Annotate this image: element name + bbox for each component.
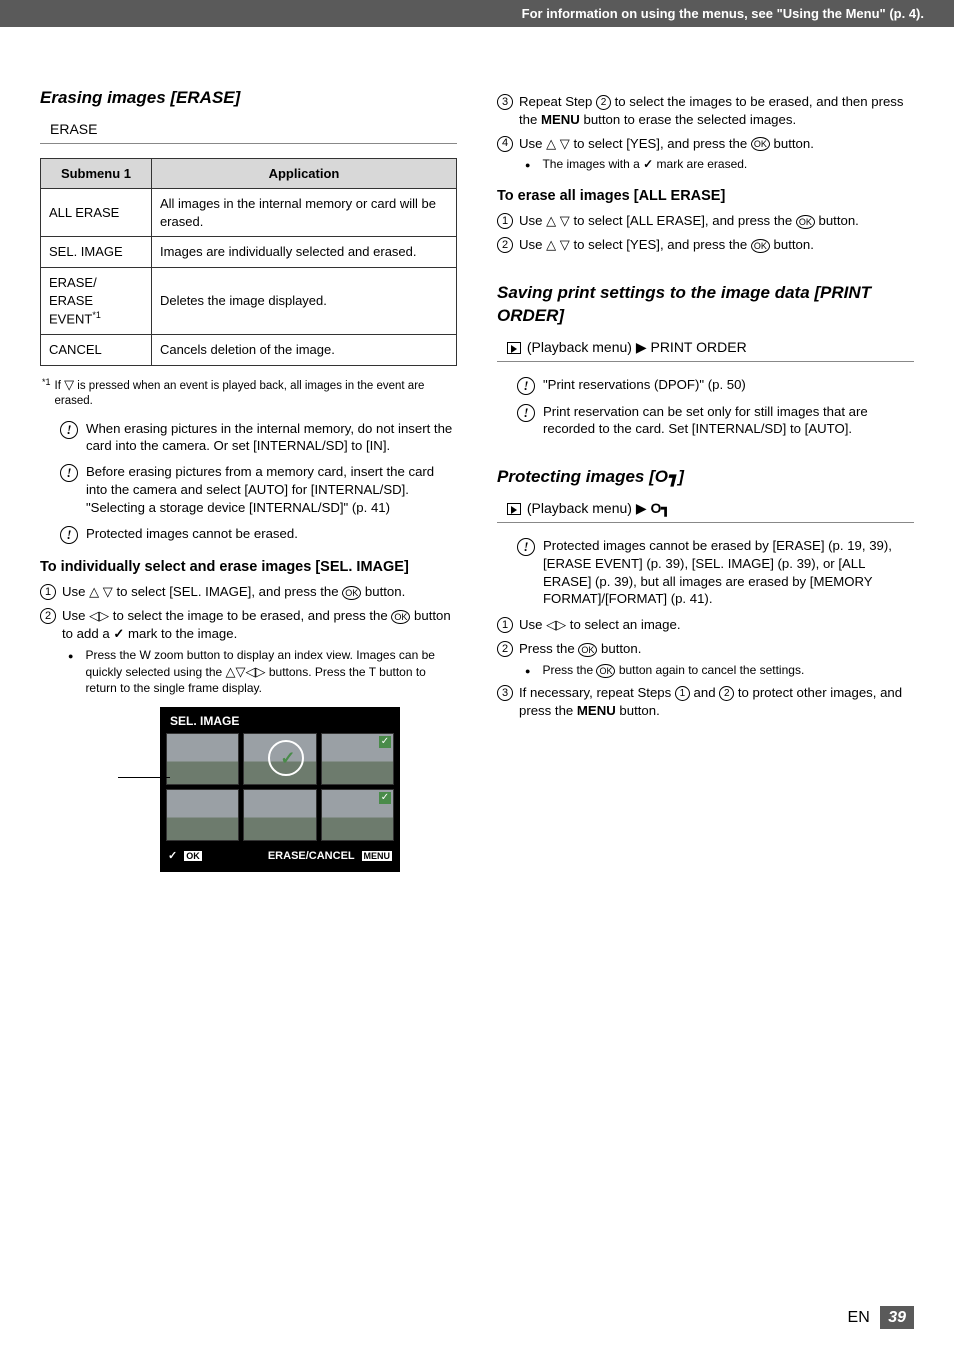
note-item: ! Protected images cannot be erased by [… [517, 537, 914, 608]
print-order-title: Saving print settings to the image data … [497, 282, 914, 328]
sub-bullet: Press the OK button again to cancel the … [525, 662, 914, 678]
footnote: *1 If is pressed when an event is played… [42, 376, 457, 410]
page-footer: EN 39 [848, 1309, 914, 1327]
caution-icon: ! [517, 404, 535, 422]
step-text: Use to select [SEL. IMAGE], and press th… [62, 583, 457, 601]
callout-line [118, 777, 170, 778]
step-4: 4 Use to select [YES], and press the OK … [497, 135, 914, 153]
protect-step-3: 3 If necessary, repeat Steps 1 and 2 to … [497, 684, 914, 720]
protect-icon: O┓ [650, 500, 669, 516]
playback-icon [507, 342, 521, 354]
step-1: 1 Use to select [SEL. IMAGE], and press … [40, 583, 457, 601]
sub-bullet: Press the W zoom button to display an in… [68, 647, 457, 697]
selection-ring-icon [268, 740, 304, 776]
all-erase-step-1: 1 Use to select [ALL ERASE], and press t… [497, 212, 914, 230]
bullet-text: Press the W zoom button to display an in… [85, 647, 457, 697]
thumbnail [243, 789, 316, 841]
table-row: CANCEL Cancels deletion of the image. [41, 334, 457, 365]
note-item: ! When erasing pictures in the internal … [60, 420, 457, 456]
thumbnail [166, 789, 239, 841]
print-order-path: (Playback menu) ▶ PRINT ORDER [497, 336, 914, 362]
step-number-icon: 3 [497, 685, 513, 701]
caution-icon: ! [60, 464, 78, 482]
step-text: Repeat Step 2 to select the images to be… [519, 93, 914, 129]
step-number-icon: 1 [497, 213, 513, 229]
note-item: ! "Print reservations (DPOF)" (p. 50) [517, 376, 914, 395]
all-erase-heading: To erase all images [ALL ERASE] [497, 187, 914, 207]
step-text: Use to select [YES], and press the OK bu… [519, 135, 914, 153]
protect-step-2: 2 Press the OK button. [497, 640, 914, 658]
step-text: Use to select the image to be erased, an… [62, 607, 457, 643]
protect-step-1: 1 Use to select an image. [497, 616, 914, 634]
bullet-text: The images with a mark are erased. [542, 156, 747, 172]
table-row: SEL. IMAGE Images are individually selec… [41, 237, 457, 268]
note-item: ! Print reservation can be set only for … [517, 403, 914, 439]
thumbnail: ✓ [321, 789, 394, 841]
lang-label: EN [848, 1309, 870, 1326]
bullet-text: Press the OK button again to cancel the … [542, 662, 804, 678]
lcd-preview: SEL. IMAGE ✓ ✓ ✓ OK ERASE/CANCEL MENU ma… [160, 707, 400, 872]
step-number-icon: 3 [497, 94, 513, 110]
step-text: Use to select an image. [519, 616, 914, 634]
all-erase-step-2: 2 Use to select [YES], and press the OK … [497, 236, 914, 254]
protect-path: (Playback menu) ▶ O┓ [497, 497, 914, 523]
check-icon: ✓ [379, 792, 391, 804]
step-text: Press the OK button. [519, 640, 914, 658]
sub-bullet: The images with a mark are erased. [525, 156, 914, 172]
step-number-icon: 2 [40, 608, 56, 624]
check-icon: ✓ [379, 736, 391, 748]
step-text: Use to select [ALL ERASE], and press the… [519, 212, 914, 230]
step-number-icon: 2 [497, 641, 513, 657]
step-3: 3 Repeat Step 2 to select the images to … [497, 93, 914, 129]
bullet-icon [525, 662, 536, 678]
page-number: 39 [880, 1306, 914, 1329]
header-bar: For information on using the menus, see … [0, 0, 954, 27]
bullet-icon [68, 647, 79, 697]
note-item: ! Protected images cannot be erased. [60, 525, 457, 544]
erase-menu-path: ERASE [40, 118, 457, 144]
table-row: ERASE/ERASE EVENT*1 Deletes the image di… [41, 268, 457, 335]
bullet-icon [525, 156, 536, 172]
caution-icon: ! [60, 421, 78, 439]
protect-title: Protecting images [O┓] [497, 466, 914, 489]
thumbnail [166, 733, 239, 785]
step-number-icon: 1 [40, 584, 56, 600]
playback-icon [507, 503, 521, 515]
page-content: Erasing images [ERASE] ERASE Submenu 1 A… [0, 27, 954, 872]
th-application: Application [151, 158, 456, 189]
erase-section-title: Erasing images [ERASE] [40, 87, 457, 110]
sel-image-heading: To individually select and erase images … [40, 558, 457, 578]
th-submenu: Submenu 1 [41, 158, 152, 189]
right-column: 3 Repeat Step 2 to select the images to … [497, 87, 914, 872]
footnote-text: If is pressed when an event is played ba… [55, 376, 457, 410]
caution-icon: ! [517, 538, 535, 556]
caution-icon: ! [517, 377, 535, 395]
step-number-icon: 1 [497, 617, 513, 633]
step-text: If necessary, repeat Steps 1 and 2 to pr… [519, 684, 914, 720]
thumbnail: ✓ [321, 733, 394, 785]
lcd-ok-label: ✓ OK [168, 849, 202, 864]
note-item: ! Before erasing pictures from a memory … [60, 463, 457, 516]
step-2: 2 Use to select the image to be erased, … [40, 607, 457, 643]
thumbnail-selected [243, 733, 316, 785]
step-text: Use to select [YES], and press the OK bu… [519, 236, 914, 254]
step-number-icon: 4 [497, 136, 513, 152]
lcd-cancel-label: ERASE/CANCEL MENU [268, 849, 392, 864]
mark-callout-label: mark [66, 769, 109, 787]
step-number-icon: 2 [497, 237, 513, 253]
protect-icon: O┓ [655, 467, 678, 486]
table-row: ALL ERASE All images in the internal mem… [41, 189, 457, 237]
caution-icon: ! [60, 526, 78, 544]
erase-options-table: Submenu 1 Application ALL ERASE All imag… [40, 158, 457, 366]
lcd-title: SEL. IMAGE [166, 713, 394, 729]
left-column: Erasing images [ERASE] ERASE Submenu 1 A… [40, 87, 457, 872]
